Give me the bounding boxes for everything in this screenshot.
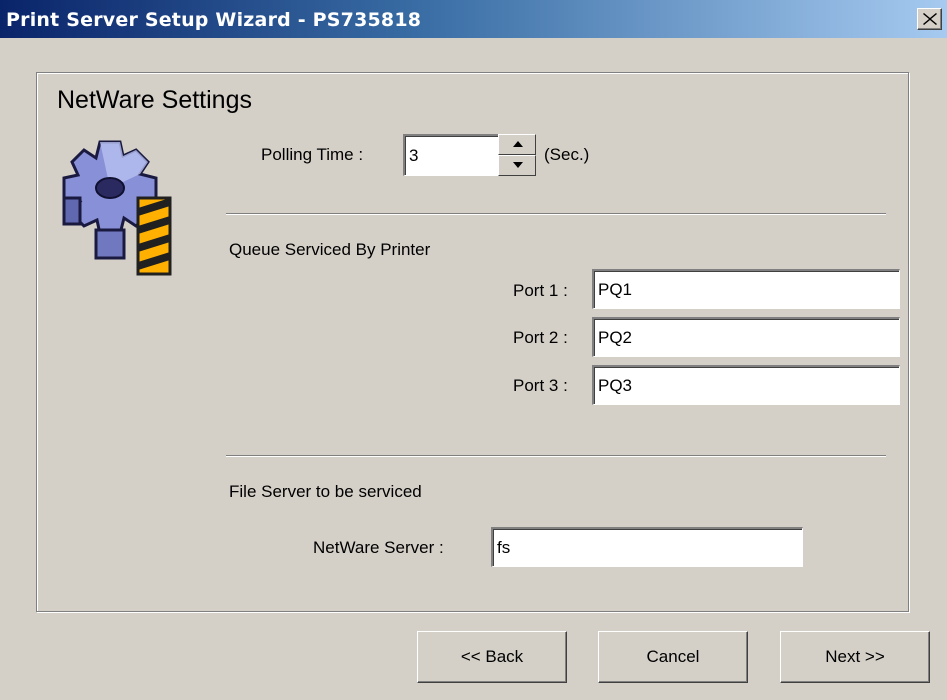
separator (226, 213, 886, 215)
gear-icon (62, 140, 172, 276)
close-icon (923, 13, 937, 25)
port-2-input[interactable] (592, 317, 900, 357)
port-3-input[interactable] (592, 365, 900, 405)
spinner-down-button[interactable] (498, 155, 536, 176)
title-bar: Print Server Setup Wizard - PS735818 (0, 0, 947, 38)
polling-time-spinner (498, 134, 536, 176)
chevron-up-icon (513, 141, 523, 147)
next-button[interactable]: Next >> (780, 631, 930, 683)
window-title: Print Server Setup Wizard - PS735818 (6, 9, 422, 31)
port-1-label: Port 1 : (513, 281, 568, 300)
netware-server-label: NetWare Server : (313, 538, 444, 557)
chevron-down-icon (513, 162, 523, 168)
port-1-input[interactable] (592, 269, 900, 309)
port-2-label: Port 2 : (513, 328, 568, 347)
polling-time-input[interactable] (403, 134, 499, 176)
netware-server-input[interactable] (491, 527, 803, 567)
page-title: NetWare Settings (57, 86, 252, 114)
back-button[interactable]: << Back (417, 631, 567, 683)
file-server-heading: File Server to be serviced (229, 482, 422, 501)
port-3-label: Port 3 : (513, 376, 568, 395)
spinner-up-button[interactable] (498, 134, 536, 155)
queue-heading: Queue Serviced By Printer (229, 240, 431, 259)
cancel-button[interactable]: Cancel (598, 631, 748, 683)
polling-time-label: Polling Time : (261, 145, 364, 164)
close-button[interactable] (917, 8, 942, 30)
polling-unit-label: (Sec.) (544, 145, 590, 164)
separator (226, 455, 886, 457)
